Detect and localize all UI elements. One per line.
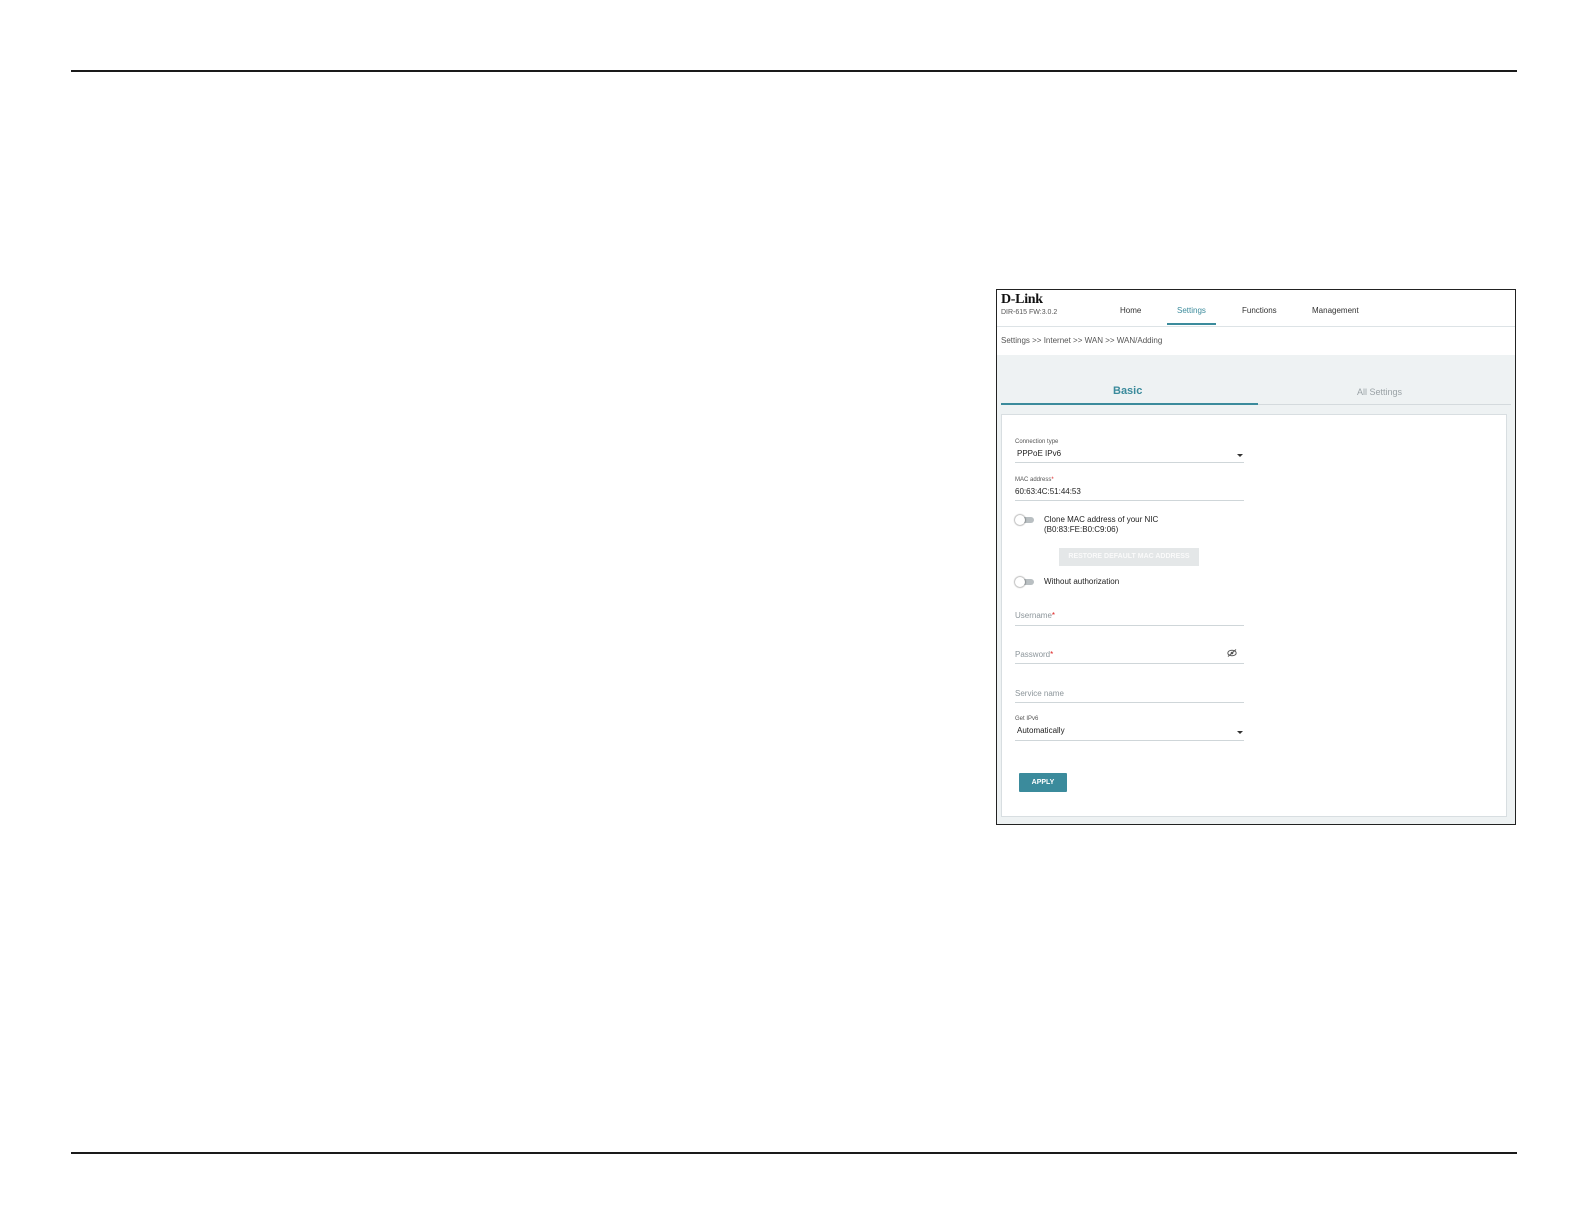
clone-mac-toggle[interactable]: [1015, 515, 1035, 525]
mac-address-input[interactable]: 60:63:4C:51:44:53: [1015, 487, 1081, 496]
tab-basic[interactable]: Basic: [1113, 385, 1142, 397]
connection-type-underline: [1015, 462, 1244, 463]
nav-settings[interactable]: Settings: [1177, 306, 1206, 315]
password-underline: [1015, 663, 1244, 664]
breadcrumb: Settings >> Internet >> WAN >> WAN/Addin…: [1001, 336, 1163, 345]
form-card: Connection type PPPoE IPv6 MAC address* …: [1001, 414, 1507, 817]
get-ipv6-select[interactable]: Automatically: [1017, 726, 1065, 735]
nav-home[interactable]: Home: [1120, 306, 1141, 315]
connection-type-select[interactable]: PPPoE IPv6: [1017, 449, 1061, 458]
apply-button[interactable]: APPLY: [1019, 773, 1067, 792]
clone-mac-label: Clone MAC address of your NIC (B0:83:FE:…: [1044, 515, 1158, 535]
top-rule: [71, 70, 1517, 72]
restore-default-mac-button[interactable]: RESTORE DEFAULT MAC ADDRESS: [1059, 548, 1199, 566]
connection-type-label: Connection type: [1015, 439, 1059, 445]
toggle-knob: [1015, 515, 1025, 525]
tab-all-settings[interactable]: All Settings: [1357, 387, 1402, 397]
username-underline: [1015, 625, 1244, 626]
nav-active-underline: [1167, 323, 1216, 325]
mac-address-underline: [1015, 500, 1244, 501]
without-authorization-toggle[interactable]: [1015, 577, 1035, 587]
clone-mac-nic-address: (B0:83:FE:B0:C9:06): [1044, 525, 1119, 534]
get-ipv6-label: Get IPv6: [1015, 716, 1039, 722]
get-ipv6-underline: [1015, 740, 1244, 741]
eye-off-icon[interactable]: [1227, 649, 1237, 657]
model-firmware: DIR-615 FW:3.0.2: [1001, 309, 1058, 316]
tab-active-underline: [1001, 403, 1258, 405]
router-screenshot: D-Link DIR-615 FW:3.0.2 Home Settings Fu…: [996, 289, 1516, 825]
without-authorization-label: Without authorization: [1044, 577, 1120, 586]
toggle-knob: [1015, 577, 1025, 587]
service-name-underline: [1015, 702, 1244, 703]
mac-address-label: MAC address*: [1015, 477, 1054, 483]
dlink-logo: D-Link: [1001, 292, 1043, 307]
app-header: D-Link DIR-615 FW:3.0.2 Home Settings Fu…: [997, 290, 1515, 327]
nav-functions[interactable]: Functions: [1242, 306, 1277, 315]
chevron-down-icon[interactable]: [1237, 731, 1243, 734]
clone-mac-label-line1: Clone MAC address of your NIC: [1044, 515, 1159, 524]
username-input[interactable]: Username*: [1015, 611, 1055, 620]
bottom-rule: [71, 1152, 1517, 1154]
service-name-input[interactable]: Service name: [1015, 689, 1064, 698]
nav-management[interactable]: Management: [1312, 306, 1359, 315]
password-input[interactable]: Password*: [1015, 650, 1053, 659]
chevron-down-icon[interactable]: [1237, 454, 1243, 457]
